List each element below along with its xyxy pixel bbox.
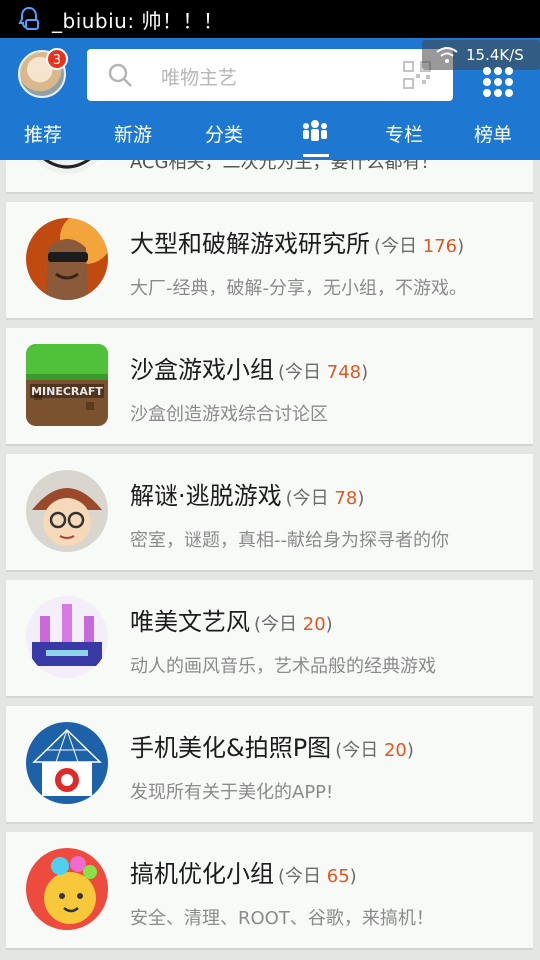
list-item[interactable]: 唯美文艺风 (今日 20) 动人的画风音乐，艺术品般的经典游戏: [6, 580, 533, 698]
group-title: 手机美化&拍照P图 (今日 20): [130, 734, 414, 762]
group-title: 解谜·逃脱游戏 (今日 78): [130, 482, 365, 510]
tab-recommend[interactable]: 推荐: [24, 120, 62, 147]
group-desc: 发现所有关于美化的APP!: [130, 782, 334, 803]
tab-categories[interactable]: 分类: [205, 120, 243, 147]
group-list: ACG相关，二次元为主，要什么都有！ 大型和破解游戏研究所 (今日 176) 大厂…: [0, 160, 540, 960]
group-desc: 大厂-经典，破解-分享，无小组，不游戏。: [130, 278, 467, 299]
wifi-icon: [436, 47, 458, 63]
group-desc: ACG相关，二次元为主，要什么都有！: [130, 160, 439, 173]
photo-beautify-group-icon: [26, 722, 108, 804]
group-title: 沙盒游戏小组 (今日 748): [130, 356, 369, 384]
anime-group-icon: [26, 160, 108, 174]
group-title: 大型和破解游戏研究所 (今日 176): [130, 230, 465, 258]
tab-columns[interactable]: 专栏: [385, 120, 423, 147]
group-icon[interactable]: [300, 119, 330, 143]
notification-badge: 3: [46, 48, 68, 70]
qq-notification-icon: [18, 6, 40, 30]
group-desc: 安全、清理、ROOT、谷歌，来搞机！: [130, 908, 434, 929]
status-bar: _biubiu: 帅！！！: [0, 0, 540, 38]
group-desc: 沙盒创造游戏综合讨论区: [130, 404, 328, 425]
search-bar[interactable]: 唯物主艺: [87, 49, 453, 101]
list-item[interactable]: ACG相关，二次元为主，要什么都有！: [6, 160, 533, 194]
group-desc: 动人的画风音乐，艺术品般的经典游戏: [130, 656, 436, 677]
search-placeholder: 唯物主艺: [161, 67, 238, 89]
search-icon: [108, 63, 132, 87]
app-header: 3 唯物主艺 15.4K/S 推荐 新游 分类 专栏 榜单: [0, 38, 540, 160]
phone-tuning-group-icon: [26, 848, 108, 930]
detective-group-icon: [26, 470, 108, 552]
list-item[interactable]: 解谜·逃脱游戏 (今日 78) 密室，谜题，真相--献给身为探寻者的你: [6, 454, 533, 572]
art-style-group-icon: [26, 596, 108, 678]
tab-rankings[interactable]: 榜单: [474, 120, 512, 147]
list-item[interactable]: 手机美化&拍照P图 (今日 20) 发现所有关于美化的APP!: [6, 706, 533, 824]
active-tab-indicator: [303, 154, 329, 157]
list-item[interactable]: 搞机优化小组 (今日 65) 安全、清理、ROOT、谷歌，来搞机！: [6, 832, 533, 950]
svg-text:MINECRAFT: MINECRAFT: [31, 385, 103, 398]
apps-grid-icon[interactable]: [482, 66, 514, 98]
list-item[interactable]: MINECRAFT 沙盒游戏小组 (今日 748) 沙盒创造游戏综合讨论区: [6, 328, 533, 446]
network-speed: 15.4K/S: [466, 46, 524, 64]
group-title: 搞机优化小组 (今日 65): [130, 860, 357, 888]
group-desc: 密室，谜题，真相--献给身为探寻者的你: [130, 530, 449, 551]
notification-text: _biubiu: 帅！！！: [52, 8, 224, 33]
minecraft-icon: MINECRAFT: [26, 344, 108, 426]
list-item[interactable]: 大型和破解游戏研究所 (今日 176) 大厂-经典，破解-分享，无小组，不游戏。: [6, 202, 533, 320]
tab-new-games[interactable]: 新游: [114, 120, 152, 147]
tab-bar: 推荐 新游 分类 专栏 榜单: [0, 114, 540, 160]
group-title: 唯美文艺风 (今日 20): [130, 608, 333, 636]
crack-games-group-icon: [26, 218, 108, 300]
network-speed-overlay: 15.4K/S: [422, 40, 540, 70]
